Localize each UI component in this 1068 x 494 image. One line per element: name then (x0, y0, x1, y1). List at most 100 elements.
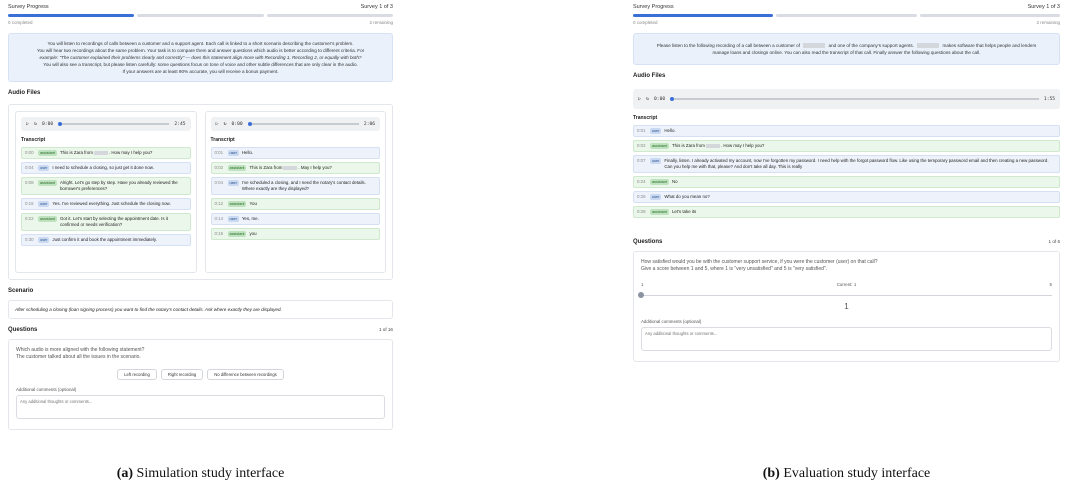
replay-icon[interactable]: ↻ (646, 96, 649, 102)
progress-title: Survey Progress (633, 4, 674, 10)
turn-text-part: Let's take its (671, 209, 697, 214)
speaker-badge: user (38, 201, 50, 207)
caption-evaluation: (b) Evaluation study interface (633, 466, 1060, 482)
progress-segment-3 (266, 14, 393, 17)
turn-text-part: Hello. (241, 150, 254, 155)
progress-bar (8, 14, 393, 17)
audio-seek-bar[interactable] (247, 121, 359, 126)
audio-player-left: ▷ ↻ 0:00 2:45 (21, 117, 191, 131)
speaker-badge: assistant (38, 216, 57, 222)
transcript-list: 0:01 user Hello. 0:02 assistant This is Zara … (633, 125, 1060, 233)
audio-seek-bar[interactable] (670, 96, 1039, 101)
speaker-badge: user (38, 237, 50, 243)
instruction-line: You will listen to recordings of calls b… (47, 41, 354, 46)
transcript-turn: 0:00 assistant This is Zara from . How may … (21, 147, 191, 159)
audio-player: ▷ ↻ 0:00 1:55 (633, 89, 1060, 109)
turn-text: This is Zara from . How may I help you? (672, 143, 1056, 149)
turn-text-part: . How may I help you? (108, 150, 153, 155)
progress-footer: 0 completed 2 remaining (633, 20, 1060, 25)
audio-section: ▷ ↻ 0:00 1:55 Transcript 0:01 user Hello. 0… (633, 89, 1060, 233)
turn-timestamp: 0:01 (214, 150, 224, 155)
speaker-badge: assistant (650, 179, 669, 185)
instruction-line: You will also see a transcript, but plea… (43, 62, 358, 67)
turn-text-part: . May I help you? (298, 165, 332, 170)
turn-text: I need to schedule a closing, so just ge… (52, 165, 186, 171)
speaker-badge: assistant (650, 143, 669, 149)
question-card: How satisfied would you be with the cust… (633, 251, 1060, 362)
remaining-count: 2 remaining (369, 20, 393, 25)
left-recording-button[interactable]: Left recording (117, 369, 157, 380)
speaker-badge: user (650, 158, 662, 164)
turn-text-part: This is Zara from (59, 150, 93, 155)
question-statement: The customer talked about all the issues… (16, 354, 141, 360)
progress-title: Survey Progress (8, 4, 49, 10)
turn-text: This is Zara from . May I help you? (249, 165, 376, 171)
transcript-list: 0:00 assistant This is Zara from. How may … (21, 147, 191, 246)
transcript-list: 0:01 user Hello. 0:02 assistant This is Zara … (210, 147, 380, 240)
completed-count: 0 completed (8, 20, 33, 25)
caption-label: (b) (762, 466, 780, 481)
comments-input[interactable] (641, 327, 1052, 351)
comments-input[interactable] (16, 395, 385, 419)
speaker-badge: user (650, 194, 662, 200)
comments-label: Additional comments (optional) (641, 319, 702, 324)
audio-seek-bar[interactable] (58, 121, 170, 126)
no-difference-button[interactable]: No difference between recordings (207, 369, 284, 380)
turn-timestamp: 0:04 (25, 165, 34, 170)
turn-timestamp: 0:14 (214, 216, 224, 221)
progress-segment-2 (137, 14, 264, 17)
transcript-turn: 0:28 assistant Let's take its (633, 206, 1060, 218)
transcript-turn: 0:07 user Finally, listen. I already activ… (633, 155, 1060, 173)
turn-timestamp: 0:12 (214, 201, 224, 206)
seek-handle[interactable] (670, 96, 675, 101)
current-time: 0:00 (42, 121, 54, 127)
right-recording-button[interactable]: Right recording (160, 369, 204, 380)
comments-label: Additional comments (optional) (16, 387, 77, 392)
questions-title: Questions (8, 327, 38, 333)
speaker-badge: assistant (227, 201, 247, 207)
speaker-badge: assistant (227, 231, 247, 237)
turn-timestamp: 0:15 (25, 201, 34, 206)
question-text: How satisfied would you be with the cust… (641, 259, 878, 265)
play-icon[interactable]: ▷ (638, 96, 641, 102)
turn-text-part: you (249, 231, 257, 236)
turn-text: What do you mean no? (664, 194, 1056, 200)
slider-track[interactable] (641, 294, 1052, 296)
turn-text: I've scheduled a closing, and I need the… (242, 180, 376, 192)
seek-handle[interactable] (247, 121, 252, 126)
question-counter: 1 of 16 (378, 327, 393, 332)
play-icon[interactable]: ▷ (216, 121, 219, 127)
turn-text: Got it. Let's start by selecting the app… (60, 216, 187, 228)
turn-text-part: Yes, me. (241, 216, 259, 221)
replay-icon[interactable]: ↻ (34, 121, 37, 127)
progress-bar (633, 14, 1060, 17)
progress-segment-1 (633, 14, 774, 17)
speaker-badge: user (38, 165, 50, 171)
rating-slider[interactable] (638, 291, 1052, 299)
turn-text-part: Finally, listen. I already activated my … (664, 158, 1049, 169)
transcript-turn: 0:01 user Hello. (210, 147, 380, 159)
turn-text: Hello. (242, 150, 376, 156)
turn-text: Alright. Let's go step by step. Have you… (60, 180, 187, 192)
transcript-label: Transcript (210, 137, 235, 143)
transcript-turn: 0:04 user I've scheduled a closing, and I … (210, 177, 380, 195)
caption-simulation: (a) Simulation study interface (8, 466, 393, 482)
replay-icon[interactable]: ↻ (224, 121, 227, 127)
answer-choices: Left recording Right recording No differ… (16, 369, 385, 380)
questions-header: Questions 1 of 16 (8, 327, 393, 333)
turn-text-part: Got it. Let's start by selecting the app… (59, 216, 168, 227)
play-icon[interactable]: ▷ (26, 121, 29, 127)
slider-handle[interactable] (638, 292, 644, 298)
turn-timestamp: 0:04 (214, 180, 224, 185)
transcript-label: Transcript (21, 137, 46, 143)
transcript-turn: 0:12 assistant You (210, 198, 380, 210)
turn-text-part: No (671, 179, 678, 184)
seek-handle[interactable] (58, 121, 63, 126)
evaluation-study-panel: Survey Progress Survey 1 of 3 0 complete… (633, 0, 1060, 440)
instruction-text: Please listen to the following recording… (656, 43, 800, 48)
slider-labels: 1 Current: 1 5 (641, 281, 1052, 288)
transcript-turn: 0:15 user Yes. I've reviewed everything. J… (21, 198, 191, 210)
speaker-badge: assistant (38, 180, 57, 186)
turn-timestamp: 0:22 (25, 216, 34, 221)
duration: 2:45 (174, 121, 186, 127)
